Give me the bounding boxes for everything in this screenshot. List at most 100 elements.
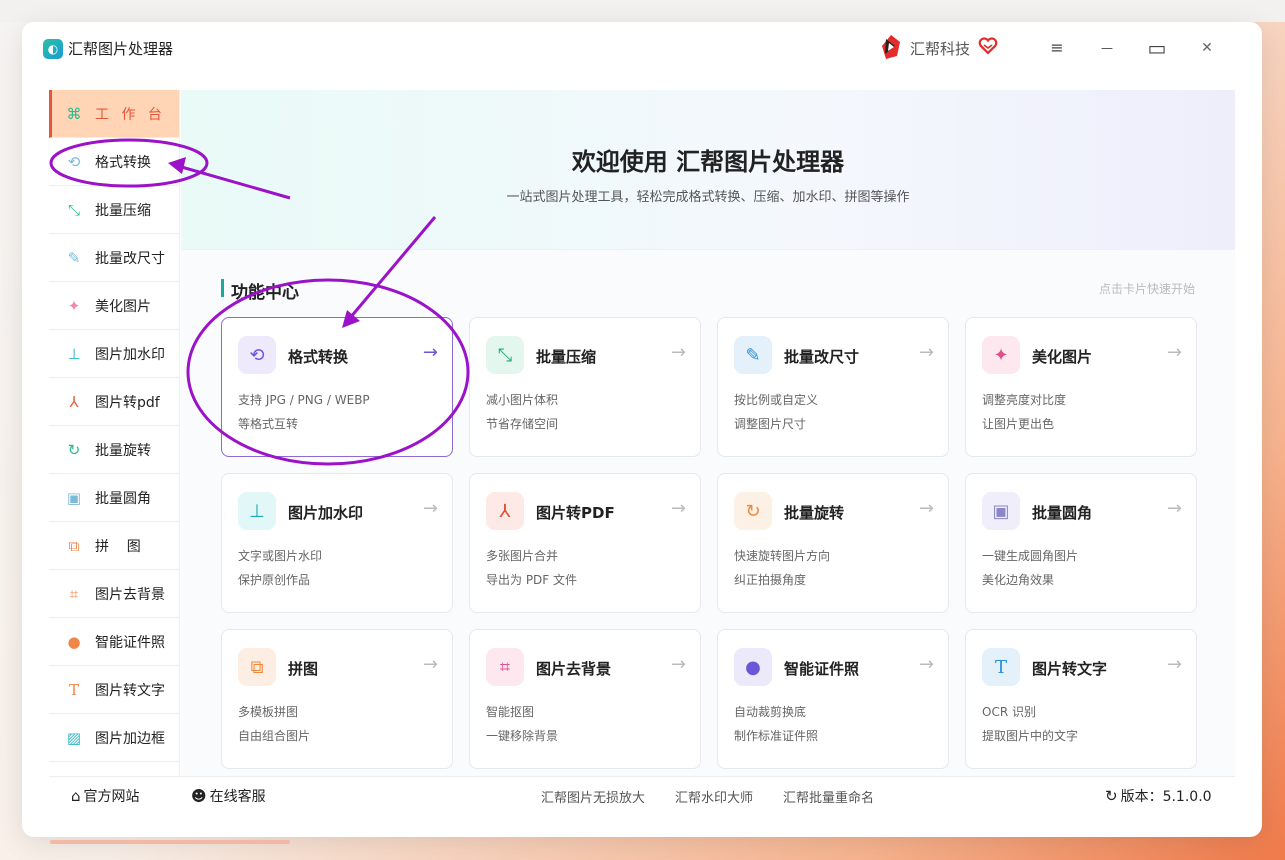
- sidebar-item-label: 图片加边框: [95, 730, 165, 747]
- app-title: 汇帮图片处理器: [68, 40, 174, 58]
- compress-icon: ⤡: [67, 200, 80, 219]
- sidebar-item-label: 智能证件照: [95, 634, 165, 651]
- arrow-right-icon: →: [1166, 654, 1182, 675]
- feature-center: 功能中心 点击卡片快速开始 ⟲ 格式转换 → 支持 JPG / PNG / WEBP 等…: [181, 250, 1235, 776]
- footer-link-upscale[interactable]: 汇帮图片无损放大: [541, 787, 645, 806]
- feature-card[interactable]: ⟲ 格式转换 → 支持 JPG / PNG / WEBP 等格式互转: [221, 317, 453, 457]
- sidebar-item-beautify[interactable]: ✦ 美化图片: [49, 282, 179, 330]
- sidebar-item-label: 批量改尺寸: [95, 250, 165, 267]
- feature-card[interactable]: ⊥ 图片加水印 → 文字或图片水印 保护原创作品: [221, 473, 453, 613]
- footer-link-rename[interactable]: 汇帮批量重命名: [783, 787, 874, 806]
- app-logo-icon: ◐: [43, 39, 63, 59]
- sidebar-item-rounded-corner[interactable]: ▣ 批量圆角: [49, 474, 179, 522]
- arrow-right-icon: →: [422, 654, 438, 675]
- feature-card-desc: 保护原创作品: [238, 573, 311, 587]
- sidebar-item-dashboard[interactable]: ⌘ 工 作 台: [49, 90, 179, 138]
- maximize-button[interactable]: ▭: [1145, 36, 1169, 60]
- feature-card-desc: 提取图片中的文字: [982, 729, 1079, 743]
- sidebar-item-format-convert[interactable]: ⟲ 格式转换: [49, 138, 179, 186]
- feature-card[interactable]: ↻ 批量旋转 → 快速旋转图片方向 纠正拍摄角度: [717, 473, 949, 613]
- sidebar-item-batch-rotate[interactable]: ↻ 批量旋转: [49, 426, 179, 474]
- feature-card-desc: 减小图片体积: [486, 393, 559, 407]
- text-icon: T: [68, 680, 79, 699]
- footer-link-watermark[interactable]: 汇帮水印大师: [675, 787, 753, 806]
- compress-icon: ⤡: [486, 336, 524, 374]
- home-icon: ⌂: [71, 787, 81, 805]
- feature-card-title: 批量改尺寸: [784, 348, 860, 366]
- arrow-right-icon: →: [918, 498, 934, 519]
- section-title: 功能中心: [231, 283, 299, 303]
- feature-card-desc: 让图片更出色: [982, 417, 1055, 431]
- arrow-right-icon: →: [1166, 498, 1182, 519]
- section-accent-bar: [221, 279, 224, 297]
- feature-card[interactable]: ● 智能证件照 → 自动裁剪换底 制作标准证件照: [717, 629, 949, 769]
- official-website-link[interactable]: ⌂ 官方网站: [71, 786, 140, 806]
- feature-card-desc: 支持 JPG / PNG / WEBP: [238, 393, 370, 407]
- arrow-right-icon: →: [670, 498, 686, 519]
- feature-card[interactable]: ▣ 批量圆角 → 一键生成圆角图片 美化边角效果: [965, 473, 1197, 613]
- title-bar: ◐ 汇帮图片处理器 汇帮科技 ≡ — ▭ ✕: [28, 28, 1218, 70]
- feature-card[interactable]: ⤡ 批量压缩 → 减小图片体积 节省存储空间: [469, 317, 701, 457]
- feature-card-desc: OCR 识别: [982, 705, 1036, 719]
- feature-card-desc: 制作标准证件照: [734, 729, 819, 743]
- scrollbar[interactable]: [50, 840, 290, 844]
- feature-card-title: 拼图: [288, 660, 319, 678]
- resize-icon: ✎: [67, 248, 81, 267]
- feature-card[interactable]: T 图片转文字 → OCR 识别 提取图片中的文字: [965, 629, 1197, 769]
- feature-card-desc: 智能抠图: [486, 705, 535, 719]
- feature-card-title: 图片加水印: [288, 504, 364, 522]
- beautify-icon: ✦: [67, 296, 81, 315]
- menu-button[interactable]: ≡: [1045, 36, 1069, 60]
- support-agent-icon: ☻: [191, 787, 207, 805]
- section-hint: 点击卡片快速开始: [1098, 282, 1195, 296]
- feature-card[interactable]: ⅄ 图片转PDF → 多张图片合并 导出为 PDF 文件: [469, 473, 701, 613]
- arrow-right-icon: →: [918, 654, 934, 675]
- feature-card-title: 批量圆角: [1032, 504, 1093, 522]
- sidebar-item-label: 图片转pdf: [95, 394, 160, 411]
- watermark-icon: ⊥: [238, 492, 276, 530]
- sidebar-item-batch-resize[interactable]: ✎ 批量改尺寸: [49, 234, 179, 282]
- feature-card[interactable]: ⌗ 图片去背景 → 智能抠图 一键移除背景: [469, 629, 701, 769]
- feature-card-desc: 节省存储空间: [486, 417, 559, 431]
- frame-icon: ▨: [66, 728, 82, 747]
- online-service-label: 在线客服: [209, 789, 266, 805]
- refresh-icon: ↻: [1105, 787, 1118, 805]
- welcome-subtitle: 一站式图片处理工具，轻松完成格式转换、压缩、加水印、拼图等操作: [506, 190, 910, 205]
- sidebar-item-label: 批量压缩: [95, 202, 151, 219]
- feature-card-desc: 纠正拍摄角度: [734, 573, 807, 587]
- sidebar-item-collage[interactable]: ⧉ 拼 图: [49, 522, 179, 570]
- pdf-icon: ⅄: [486, 492, 524, 530]
- sidebar-item-label: 批量旋转: [95, 442, 151, 459]
- feature-card[interactable]: ✦ 美化图片 → 调整亮度对比度 让图片更出色: [965, 317, 1197, 457]
- feature-card-desc: 多模板拼图: [238, 705, 299, 719]
- beautify-icon: ✦: [982, 336, 1020, 374]
- online-service-link[interactable]: ☻ 在线客服: [191, 786, 266, 806]
- sidebar-item-id-photo[interactable]: ● 智能证件照: [49, 618, 179, 666]
- sidebar-item-label: 图片加水印: [95, 346, 165, 363]
- sidebar-item-label: 拼 图: [95, 538, 141, 555]
- feature-card-title: 图片转文字: [1032, 660, 1108, 678]
- brand-name[interactable]: 汇帮科技: [910, 38, 970, 59]
- minimize-button[interactable]: —: [1095, 36, 1119, 60]
- feature-card-desc: 多张图片合并: [486, 549, 559, 563]
- arrow-right-icon: →: [422, 498, 438, 519]
- close-button[interactable]: ✕: [1195, 36, 1219, 60]
- sidebar-item-frame[interactable]: ▨ 图片加边框: [49, 714, 179, 762]
- sidebar-item-label: 批量圆角: [95, 490, 151, 507]
- feature-card-title: 美化图片: [1032, 348, 1093, 366]
- feature-card-title: 批量压缩: [536, 348, 597, 366]
- sidebar-item-to-pdf[interactable]: ⅄ 图片转pdf: [49, 378, 179, 426]
- watermark-icon: ⊥: [67, 344, 81, 363]
- feature-card[interactable]: ⧉ 拼图 → 多模板拼图 自由组合图片: [221, 629, 453, 769]
- feature-card[interactable]: ✎ 批量改尺寸 → 按比例或自定义 调整图片尺寸: [717, 317, 949, 457]
- rounded-corner-icon: ▣: [982, 492, 1020, 530]
- sidebar-item-watermark[interactable]: ⊥ 图片加水印: [49, 330, 179, 378]
- sidebar-item-remove-bg[interactable]: ⌗ 图片去背景: [49, 570, 179, 618]
- sidebar-item-ocr[interactable]: T 图片转文字: [49, 666, 179, 714]
- sidebar-item-batch-compress[interactable]: ⤡ 批量压缩: [49, 186, 179, 234]
- heart-icon[interactable]: [978, 36, 998, 56]
- brand-logo-icon: [882, 35, 900, 59]
- sidebar-item-label: 格式转换: [95, 154, 151, 171]
- feature-card-desc: 按比例或自定义: [734, 393, 819, 407]
- version-info[interactable]: ↻ 版本：5.1.0.0: [1105, 786, 1212, 806]
